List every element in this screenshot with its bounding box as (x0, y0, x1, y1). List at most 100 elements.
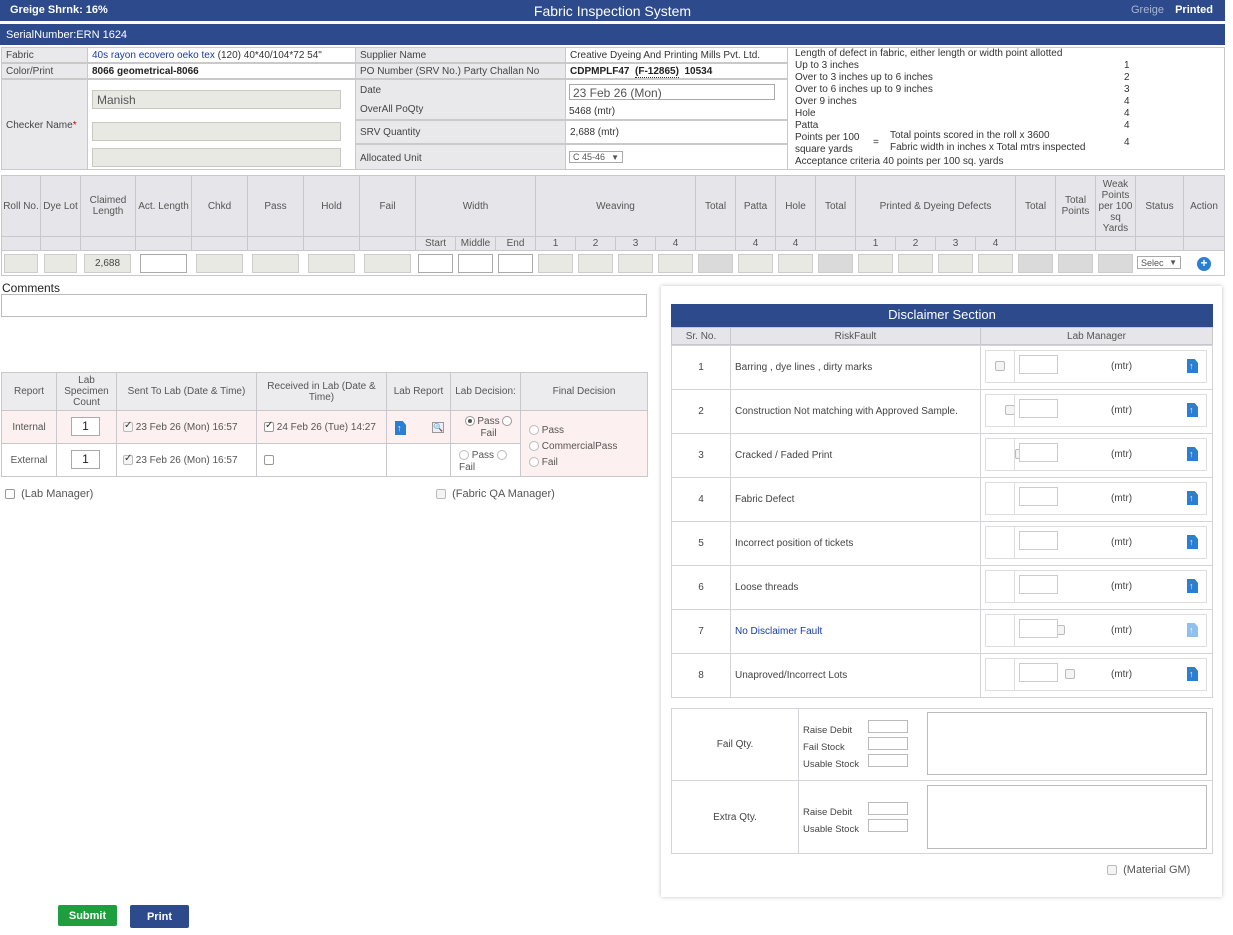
disc-col-risk: RiskFault (730, 327, 981, 345)
upload-icon[interactable] (1187, 579, 1198, 593)
add-row-icon[interactable]: + (1197, 257, 1211, 271)
defect-row: Over to 3 inches up to 6 inches 2 (795, 72, 1215, 84)
fail-usable-stock-input[interactable] (868, 754, 908, 767)
checker-name-input-1[interactable]: Manish (92, 90, 341, 109)
material-gm-checkbox[interactable] (1107, 865, 1117, 876)
disc-row-qty-input[interactable] (1019, 575, 1058, 594)
subhead-blank (359, 236, 416, 251)
lab-col-report-file: Lab Report (386, 372, 451, 411)
width-middle-input[interactable] (458, 254, 493, 273)
disc-row-risk: Unaproved/Incorrect Lots (730, 653, 981, 698)
hole-input[interactable] (778, 254, 813, 273)
weaving-3-input[interactable] (618, 254, 653, 273)
mode-greige-link[interactable]: Greige (1131, 4, 1164, 16)
hold-input[interactable] (308, 254, 355, 273)
subhead-weaving-4: 4 (655, 236, 696, 251)
final-pass-radio[interactable] (529, 425, 539, 436)
final-commercial-pass-radio[interactable] (529, 441, 539, 452)
claimed-length-input[interactable]: 2,688 (84, 254, 131, 273)
decision-external-fail-radio[interactable] (496, 450, 507, 461)
col-status: Status (1135, 175, 1184, 237)
pass-input[interactable] (252, 254, 299, 273)
checker-name-input-3[interactable] (92, 148, 341, 167)
qa-manager-checkbox[interactable] (436, 489, 446, 500)
disc-row-qty-input[interactable] (1019, 399, 1058, 418)
patta-input[interactable] (738, 254, 773, 273)
pd-3-input[interactable] (938, 254, 973, 273)
poqty-value: 5468 (mtr) (569, 106, 616, 117)
comments-textarea[interactable] (1, 294, 647, 317)
disc-row-no: 7 (671, 609, 731, 654)
weaving-2-input[interactable] (578, 254, 613, 273)
date-input[interactable]: 23 Feb 26 (Mon) (569, 84, 775, 100)
view-report-icon[interactable]: 🔍 (432, 422, 444, 433)
status-value: Selec (1141, 258, 1164, 268)
disc-row-qty-input[interactable] (1019, 487, 1058, 506)
disc-row-risk: Construction Not matching with Approved … (730, 389, 981, 434)
extra-raise-debit-input[interactable] (868, 802, 908, 815)
extra-qty-remarks[interactable] (927, 785, 1207, 849)
subhead-pd-2: 2 (895, 236, 936, 251)
mode-printed-link[interactable]: Printed (1175, 4, 1213, 16)
weaving-4-input[interactable] (658, 254, 693, 273)
fail-input[interactable] (364, 254, 411, 273)
extra-usable-stock-input[interactable] (868, 819, 908, 832)
allocated-unit-select[interactable]: C 45-46 ▼ (569, 151, 623, 163)
lab-col-sent: Sent To Lab (Date & Time) (116, 372, 257, 411)
submit-button[interactable]: Submit (58, 905, 117, 926)
disc-row-qty-input[interactable] (1019, 619, 1058, 638)
disc-row-risk: Loose threads (730, 565, 981, 610)
disc-row-qty-input[interactable] (1019, 443, 1058, 462)
upload-icon[interactable] (1187, 359, 1198, 373)
roll-no-input[interactable] (4, 254, 38, 273)
final-fail-radio[interactable] (529, 457, 539, 468)
upload-icon[interactable] (395, 421, 406, 435)
lab-report-internal-cell: 🔍 (386, 410, 451, 444)
disc-row-qty-input[interactable] (1019, 663, 1058, 682)
specimen-count-external[interactable]: 1 (71, 450, 100, 469)
upload-icon[interactable] (1187, 667, 1198, 681)
decision-internal-fail-radio[interactable] (502, 416, 513, 427)
upload-icon[interactable] (1187, 535, 1198, 549)
print-button[interactable]: Print (130, 905, 189, 928)
received-internal-checkbox[interactable] (264, 420, 274, 432)
upload-icon[interactable] (1187, 447, 1198, 461)
act-length-input[interactable] (140, 254, 187, 273)
chkd-input[interactable] (196, 254, 243, 273)
dye-lot-input[interactable] (44, 254, 77, 273)
specimen-count-internal[interactable]: 1 (71, 417, 100, 436)
weaving-1-input[interactable] (538, 254, 573, 273)
fabric-name-link[interactable]: 40s rayon ecovero oeko tex (92, 50, 215, 61)
received-external-checkbox[interactable] (264, 455, 274, 465)
qa-manager-label: (Fabric QA Manager) (452, 488, 555, 500)
upload-icon[interactable] (1187, 491, 1198, 505)
lab-manager-checkbox[interactable] (5, 489, 15, 500)
pd-4-input[interactable] (978, 254, 1013, 273)
disc-row-qty-input[interactable] (1019, 531, 1058, 550)
pd-2-input[interactable] (898, 254, 933, 273)
fail-raise-debit-input[interactable] (868, 720, 908, 733)
decision-external-pass-radio[interactable] (459, 450, 469, 461)
width-end-input[interactable] (498, 254, 533, 273)
status-select[interactable]: Selec ▼ (1137, 256, 1181, 269)
disc-row-unit: (mtr) (1111, 625, 1133, 636)
disc-row-qty-input[interactable] (1019, 355, 1058, 374)
upload-icon[interactable] (1187, 403, 1198, 417)
subhead-pd-3: 3 (935, 236, 976, 251)
sent-external-checkbox[interactable] (123, 453, 133, 465)
sent-internal-checkbox[interactable] (123, 420, 133, 432)
srv-number[interactable]: (F-12865) (635, 66, 679, 78)
pd-1-input[interactable] (858, 254, 893, 273)
upload-icon[interactable] (1187, 623, 1198, 637)
subhead-middle: Middle (455, 236, 496, 251)
fail-qty-remarks[interactable] (927, 712, 1207, 775)
qa-manager-approval: (Fabric QA Manager) (436, 488, 555, 500)
subhead-blank (135, 236, 192, 251)
final-pass-label: Pass (541, 425, 565, 436)
disc-row-checkbox[interactable] (995, 361, 1005, 372)
decision-internal-pass-radio[interactable] (464, 416, 475, 427)
width-start-input[interactable] (418, 254, 453, 273)
subhead-blank (303, 236, 360, 251)
fail-stock-input[interactable] (868, 737, 908, 750)
checker-name-input-2[interactable] (92, 122, 341, 141)
